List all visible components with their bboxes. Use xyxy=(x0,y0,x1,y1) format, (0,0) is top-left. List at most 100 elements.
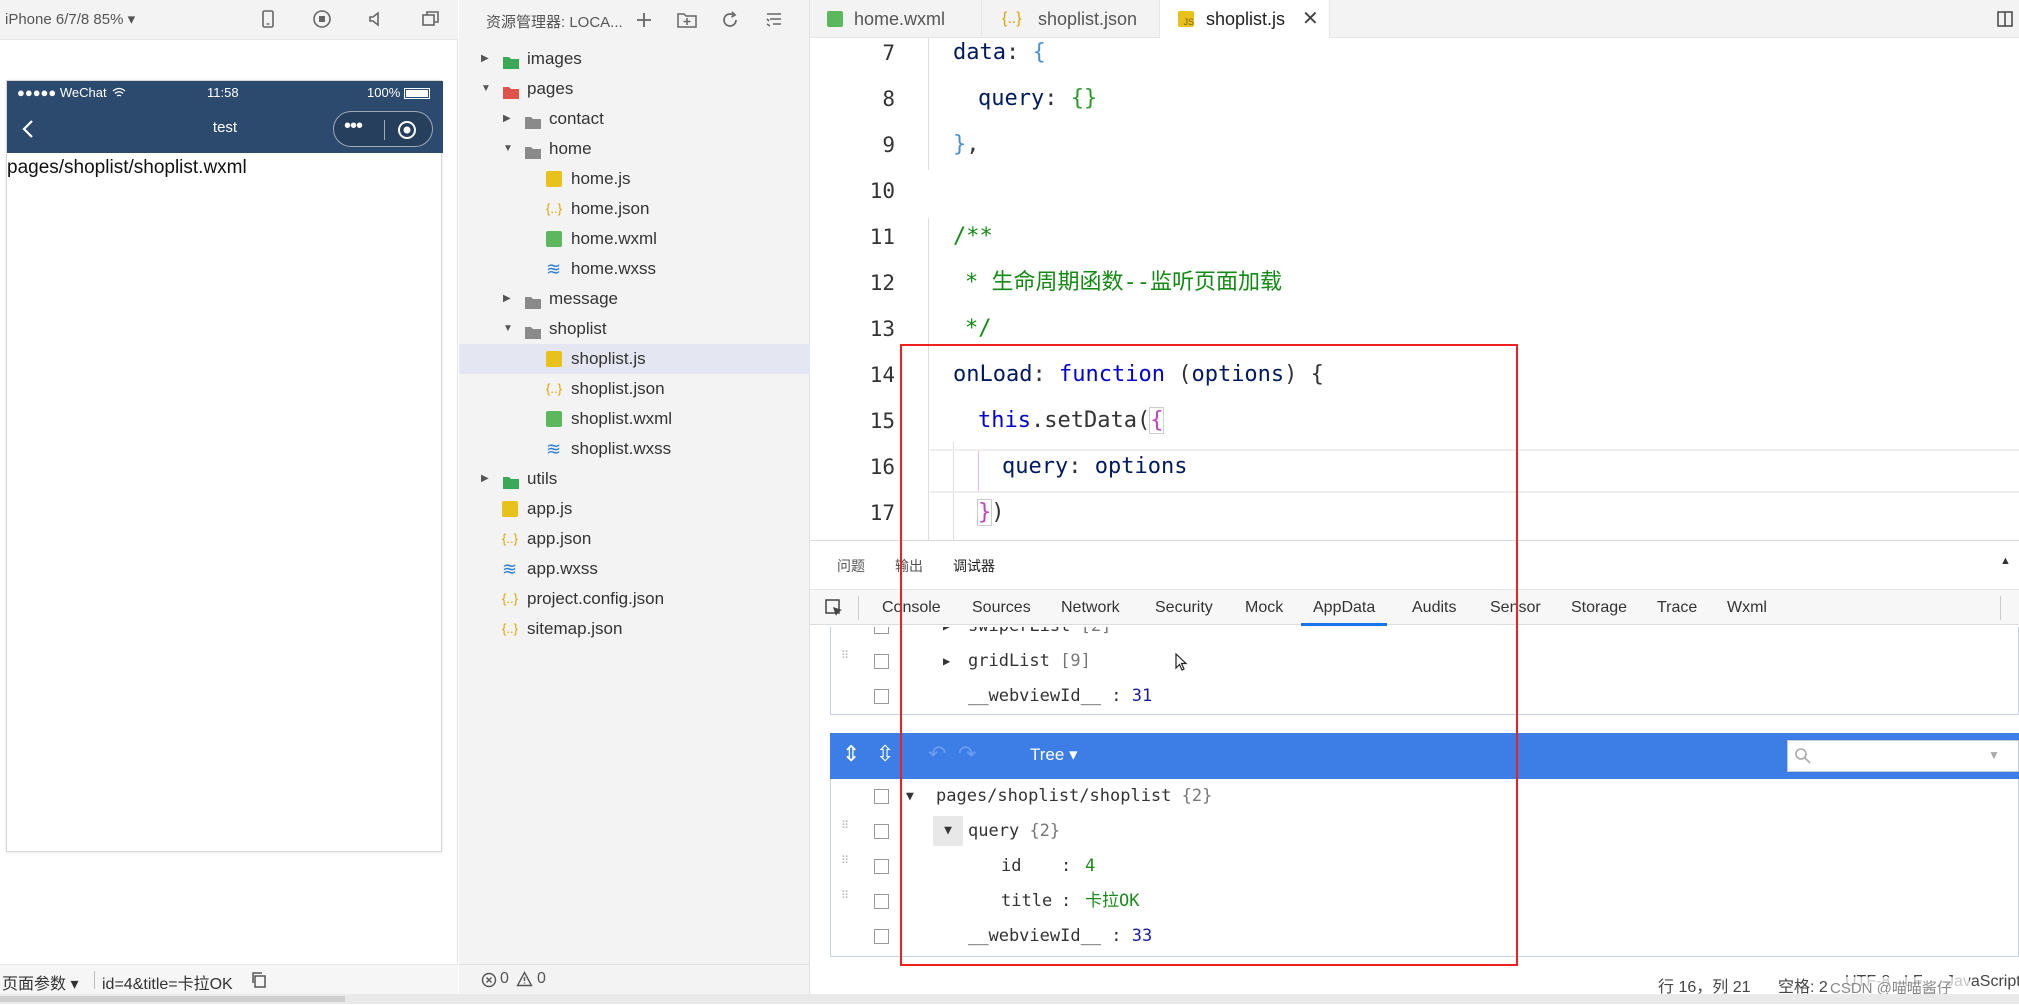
tree-item-home-json[interactable]: {..} home.json xyxy=(459,194,810,224)
drag-handle[interactable]: ⠿ xyxy=(841,890,851,909)
drag-handle[interactable]: ⠿ xyxy=(841,855,851,874)
search-options-icon[interactable]: ▼ xyxy=(1988,748,2000,762)
tab-security[interactable]: Security xyxy=(1155,590,1213,626)
tab-storage[interactable]: Storage xyxy=(1571,590,1627,626)
code-text[interactable]: onLoad: function (options) { xyxy=(953,352,1324,398)
row-checkbox[interactable] xyxy=(874,689,889,704)
chevron-right-icon[interactable]: ▶ xyxy=(481,54,491,64)
tab-output[interactable]: 输出 xyxy=(895,556,923,576)
tree-item-shoplist[interactable]: ▼ shoplist xyxy=(459,314,810,344)
expand-arrow-icon[interactable]: ▶ xyxy=(943,627,950,644)
page-params-select[interactable]: 页面参数 ▾ xyxy=(2,970,79,994)
view-mode-select[interactable]: Tree ▾ xyxy=(1030,745,1078,765)
tree-item-shoplist-wxml[interactable]: shoplist.wxml xyxy=(459,404,810,434)
tree-item-images[interactable]: ▶ images xyxy=(459,44,810,74)
collapse-all-icon[interactable]: ⇳ xyxy=(876,741,894,767)
simulator-panel: iPhone 6/7/8 85% ▾ ●●●●● WeChat 11:58 10… xyxy=(0,0,458,1004)
tree-item-shoplist-json[interactable]: {..} shoplist.json xyxy=(459,374,810,404)
chevron-down-icon[interactable]: ▼ xyxy=(481,84,491,94)
new-file-icon[interactable] xyxy=(634,10,654,30)
code-text[interactable]: }) xyxy=(976,490,1005,536)
expand-arrow-icon[interactable]: ▶ xyxy=(943,644,950,679)
tree-item-app-json[interactable]: {..} app.json xyxy=(459,524,810,554)
tree-item-pages[interactable]: ▼ pages xyxy=(459,74,810,104)
code-text[interactable]: }, xyxy=(953,122,980,168)
tab-trace[interactable]: Trace xyxy=(1657,590,1697,626)
tab-sensor[interactable]: Sensor xyxy=(1490,590,1541,626)
row-checkbox[interactable] xyxy=(874,929,889,944)
tab-appdata[interactable]: AppData xyxy=(1301,590,1388,626)
split-editor-icon[interactable] xyxy=(1996,10,2014,28)
maximize-panel-icon[interactable]: ▲ xyxy=(2000,555,2011,567)
tab-network[interactable]: Network xyxy=(1061,590,1120,626)
tree-item-sitemap-json[interactable]: {..} sitemap.json xyxy=(459,614,810,644)
code-text[interactable]: query: {} xyxy=(978,76,1097,122)
device-select[interactable]: iPhone 6/7/8 85% ▾ xyxy=(5,10,135,28)
tree-item-contact[interactable]: ▶ contact xyxy=(459,104,810,134)
chevron-down-icon[interactable]: ▼ xyxy=(503,144,513,154)
stop-record-icon[interactable] xyxy=(311,8,333,30)
code-text[interactable]: this.setData({ xyxy=(978,398,1165,444)
drag-handle[interactable]: ⠿ xyxy=(841,820,851,839)
drag-handle[interactable]: ⠿ xyxy=(841,627,851,634)
row-checkbox[interactable] xyxy=(874,654,889,669)
code-comment[interactable]: */ xyxy=(965,306,992,352)
tree-item-message[interactable]: ▶ message xyxy=(459,284,810,314)
tab-console[interactable]: Console xyxy=(882,590,941,626)
refresh-icon[interactable] xyxy=(720,10,740,30)
key-title: title xyxy=(1001,891,1053,911)
tree-item-utils[interactable]: ▶ utils xyxy=(459,464,810,494)
tree-item-shoplist-wxss[interactable]: ≋ shoplist.wxss xyxy=(459,434,810,464)
row-checkbox[interactable] xyxy=(874,627,889,634)
problems-status[interactable]: 0 0 xyxy=(459,964,810,994)
tree-item-home-js[interactable]: home.js xyxy=(459,164,810,194)
code-comment[interactable]: /** xyxy=(953,214,993,260)
chevron-right-icon[interactable]: ▶ xyxy=(481,474,491,484)
copy-icon[interactable] xyxy=(250,971,268,989)
chevron-right-icon[interactable]: ▶ xyxy=(503,294,513,304)
inspect-element-icon[interactable] xyxy=(824,598,844,618)
undo-icon[interactable]: ↶ xyxy=(928,741,946,767)
redo-icon[interactable]: ↷ xyxy=(958,741,976,767)
collapse-arrow-icon[interactable]: ▼ xyxy=(933,816,963,846)
more-icon[interactable]: ••• xyxy=(344,115,363,138)
row-checkbox[interactable] xyxy=(874,789,889,804)
chevron-right-icon[interactable]: ▶ xyxy=(503,114,513,124)
tree-item-project-config-json[interactable]: {..} project.config.json xyxy=(459,584,810,614)
line-number: 11 xyxy=(869,225,895,249)
tab-problems[interactable]: 问题 xyxy=(837,556,865,576)
new-folder-icon[interactable] xyxy=(676,10,698,30)
close-capsule-icon[interactable] xyxy=(396,119,418,141)
value-id[interactable]: 4 xyxy=(1085,849,1095,884)
phone-icon[interactable] xyxy=(257,8,279,30)
tab-sources[interactable]: Sources xyxy=(972,590,1031,626)
value-title[interactable]: 卡拉OK xyxy=(1085,884,1139,919)
chevron-down-icon[interactable]: ▼ xyxy=(503,324,513,334)
code-comment[interactable]: * 生命周期函数--监听页面加载 xyxy=(965,260,1282,306)
key-query: query {2} xyxy=(968,821,1061,841)
collapse-all-icon[interactable] xyxy=(764,10,784,30)
tab-wxml[interactable]: Wxml xyxy=(1727,590,1767,626)
expand-all-icon[interactable]: ⇕ xyxy=(842,741,860,767)
tree-item-shoplist-js[interactable]: shoplist.js xyxy=(459,344,810,374)
scrollbar-thumb[interactable] xyxy=(0,996,345,1002)
row-checkbox[interactable] xyxy=(874,824,889,839)
tab-audits[interactable]: Audits xyxy=(1412,590,1456,626)
row-checkbox[interactable] xyxy=(874,859,889,874)
code-text[interactable]: data: { xyxy=(953,30,1046,76)
volume-icon[interactable] xyxy=(365,8,387,30)
tab-mock[interactable]: Mock xyxy=(1245,590,1283,626)
horizontal-scrollbar[interactable] xyxy=(0,994,2019,1004)
row-checkbox[interactable] xyxy=(874,894,889,909)
tree-item-home-wxss[interactable]: ≋ home.wxss xyxy=(459,254,810,284)
tree-item-app-wxss[interactable]: ≋ app.wxss xyxy=(459,554,810,584)
drag-handle[interactable]: ⠿ xyxy=(841,650,851,669)
tree-item-home-wxml[interactable]: home.wxml xyxy=(459,224,810,254)
tab-debugger[interactable]: 调试器 xyxy=(953,556,995,576)
multi-window-icon[interactable] xyxy=(419,8,441,30)
tree-search-input[interactable]: ▼ xyxy=(1787,740,2019,772)
tree-item-home[interactable]: ▼ home xyxy=(459,134,810,164)
code-text[interactable]: query: options xyxy=(1002,444,1187,490)
tree-item-app-js[interactable]: app.js xyxy=(459,494,810,524)
collapse-arrow-icon[interactable]: ▼ xyxy=(906,779,914,814)
